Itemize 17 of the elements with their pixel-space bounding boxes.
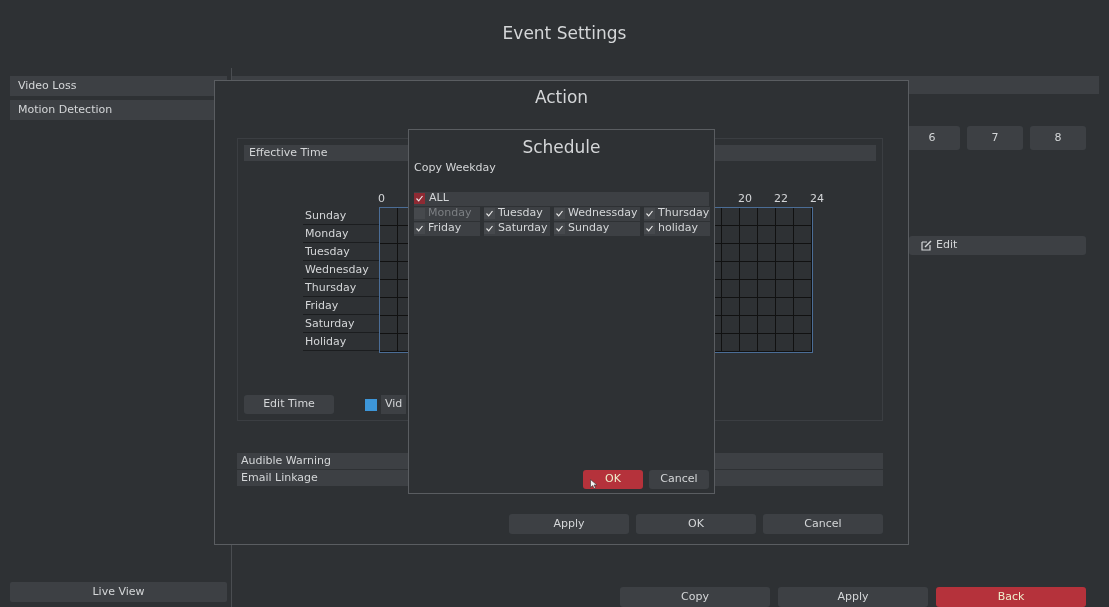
checkbox-label: ALL [429,190,449,207]
day-label: Saturday [303,315,379,333]
day-label: Tuesday [303,243,379,261]
legend-label: Vid [381,395,407,414]
copy-weekday-label: Copy Weekday [414,160,497,176]
day-label: Monday [303,225,379,243]
hour-label: 20 [738,191,753,207]
day-label: Friday [303,297,379,315]
hour-label: 24 [810,191,825,207]
day-label: Sunday [303,207,379,225]
hour-label: 0 [378,191,386,207]
window-title: Event Settings [502,22,627,46]
day-label: Thursday [303,279,379,297]
dialog-title: Action [533,86,590,109]
day-label: Wednesday [303,261,379,279]
day-label: Holiday [303,333,379,351]
hour-label: 22 [774,191,789,207]
